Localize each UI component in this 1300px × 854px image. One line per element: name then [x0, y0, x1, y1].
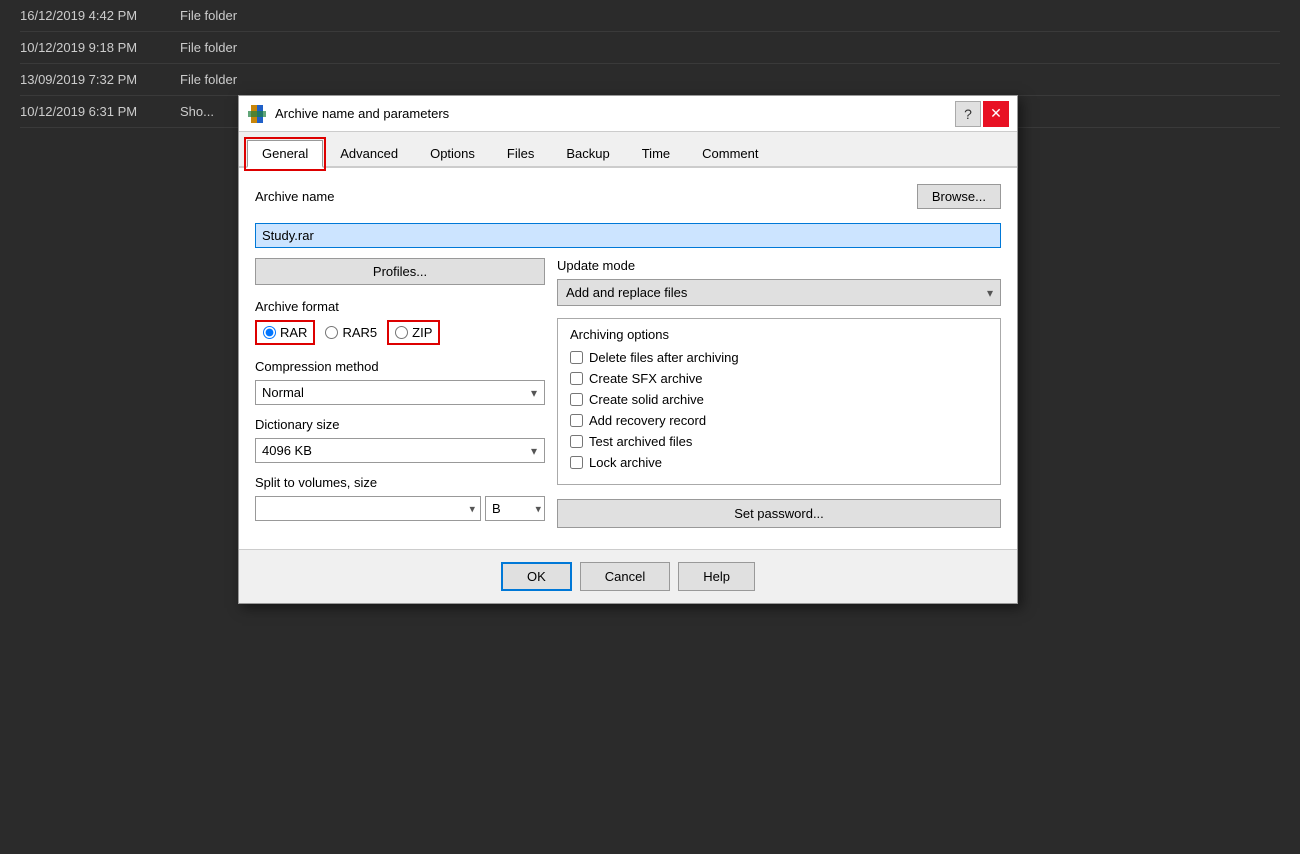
bg-row-3: 13/09/2019 7:32 PM File folder — [20, 64, 1280, 96]
bg-row-1: 16/12/2019 4:42 PM File folder — [20, 0, 1280, 32]
tab-comment[interactable]: Comment — [687, 140, 773, 168]
test-archived-checkbox[interactable] — [570, 435, 583, 448]
format-rar5-label: RAR5 — [342, 325, 377, 340]
compression-method-label: Compression method — [255, 359, 545, 374]
compression-method-select[interactable]: Store Fastest Fast Normal Good Best — [255, 380, 545, 405]
lock-archive-checkbox[interactable] — [570, 456, 583, 469]
bg-type-4: Sho... — [180, 104, 214, 119]
update-mode-wrapper: Add and replace files Add and update fil… — [557, 279, 1001, 306]
right-column: Update mode Add and replace files Add an… — [557, 258, 1001, 533]
create-solid-label: Create solid archive — [589, 392, 704, 407]
two-column-layout: Profiles... Archive format RAR RAR5 — [255, 258, 1001, 533]
format-zip-box: ZIP — [387, 320, 440, 345]
split-value-input[interactable] — [255, 496, 481, 521]
delete-files-label: Delete files after archiving — [589, 350, 739, 365]
split-unit-select[interactable]: B KB MB GB — [485, 496, 545, 521]
tab-general[interactable]: General — [247, 140, 323, 168]
bg-type-3: File folder — [180, 72, 237, 87]
dialog-body: Archive name Browse... Profiles... Archi… — [239, 168, 1017, 549]
bg-date-2: 10/12/2019 9:18 PM — [20, 40, 180, 55]
delete-files-option[interactable]: Delete files after archiving — [570, 350, 988, 365]
format-rar-option[interactable]: RAR — [263, 325, 307, 340]
tab-bar: General Advanced Options Files Backup Ti… — [239, 132, 1017, 168]
test-archived-option[interactable]: Test archived files — [570, 434, 988, 449]
split-value-wrapper — [255, 496, 481, 521]
format-rar-label: RAR — [280, 325, 307, 340]
tab-files[interactable]: Files — [492, 140, 549, 168]
browse-button[interactable]: Browse... — [917, 184, 1001, 209]
update-mode-label: Update mode — [557, 258, 1001, 273]
split-volumes-row: Split to volumes, size B KB MB GB — [255, 475, 545, 521]
title-bar-controls: ? ✕ — [955, 101, 1009, 127]
compression-method-row: Compression method Store Fastest Fast No… — [255, 359, 545, 405]
archive-format-label: Archive format — [255, 299, 545, 314]
tab-time[interactable]: Time — [627, 140, 685, 168]
format-rar5-radio[interactable] — [325, 326, 338, 339]
lock-archive-option[interactable]: Lock archive — [570, 455, 988, 470]
set-password-row: Set password... — [557, 499, 1001, 528]
app-icon — [247, 104, 267, 124]
create-solid-option[interactable]: Create solid archive — [570, 392, 988, 407]
profiles-button[interactable]: Profiles... — [255, 258, 545, 285]
add-recovery-checkbox[interactable] — [570, 414, 583, 427]
bg-date-4: 10/12/2019 6:31 PM — [20, 104, 180, 119]
create-solid-checkbox[interactable] — [570, 393, 583, 406]
dictionary-size-label: Dictionary size — [255, 417, 545, 432]
tab-options[interactable]: Options — [415, 140, 490, 168]
bg-row-2: 10/12/2019 9:18 PM File folder — [20, 32, 1280, 64]
split-unit-wrapper: B KB MB GB — [485, 496, 545, 521]
ok-button[interactable]: OK — [501, 562, 572, 591]
help-button[interactable]: ? — [955, 101, 981, 127]
archive-name-row: Archive name Browse... — [255, 184, 1001, 209]
bg-type-2: File folder — [180, 40, 237, 55]
dialog-footer: OK Cancel Help — [239, 549, 1017, 603]
format-zip-radio[interactable] — [395, 326, 408, 339]
cancel-button[interactable]: Cancel — [580, 562, 670, 591]
compression-method-wrapper: Store Fastest Fast Normal Good Best — [255, 380, 545, 405]
bg-date-1: 16/12/2019 4:42 PM — [20, 8, 180, 23]
format-zip-option[interactable]: ZIP — [395, 325, 432, 340]
bg-type-1: File folder — [180, 8, 237, 23]
archiving-options-box: Archiving options Delete files after arc… — [557, 318, 1001, 485]
update-mode-section: Update mode Add and replace files Add an… — [557, 258, 1001, 306]
split-label: Split to volumes, size — [255, 475, 545, 490]
archiving-options-label: Archiving options — [570, 327, 988, 342]
split-controls: B KB MB GB — [255, 496, 545, 521]
archive-format-group: RAR RAR5 ZIP — [255, 320, 545, 345]
dictionary-size-row: Dictionary size 128 KB 256 KB 512 KB 102… — [255, 417, 545, 463]
dictionary-size-select[interactable]: 128 KB 256 KB 512 KB 1024 KB 2048 KB 409… — [255, 438, 545, 463]
add-recovery-option[interactable]: Add recovery record — [570, 413, 988, 428]
tab-backup[interactable]: Backup — [551, 140, 624, 168]
dictionary-size-wrapper: 128 KB 256 KB 512 KB 1024 KB 2048 KB 409… — [255, 438, 545, 463]
format-zip-label: ZIP — [412, 325, 432, 340]
delete-files-checkbox[interactable] — [570, 351, 583, 364]
lock-archive-label: Lock archive — [589, 455, 662, 470]
format-rar-radio[interactable] — [263, 326, 276, 339]
create-sfx-option[interactable]: Create SFX archive — [570, 371, 988, 386]
help-footer-button[interactable]: Help — [678, 562, 755, 591]
title-bar: Archive name and parameters ? ✕ — [239, 96, 1017, 132]
archive-parameters-dialog: Archive name and parameters ? ✕ General … — [238, 95, 1018, 604]
archive-name-label: Archive name — [255, 189, 334, 204]
left-column: Profiles... Archive format RAR RAR5 — [255, 258, 545, 533]
dialog-title: Archive name and parameters — [275, 106, 955, 121]
update-mode-select[interactable]: Add and replace files Add and update fil… — [557, 279, 1001, 306]
test-archived-label: Test archived files — [589, 434, 692, 449]
set-password-button[interactable]: Set password... — [557, 499, 1001, 528]
close-button[interactable]: ✕ — [983, 101, 1009, 127]
add-recovery-label: Add recovery record — [589, 413, 706, 428]
format-rar-box: RAR — [255, 320, 315, 345]
create-sfx-label: Create SFX archive — [589, 371, 702, 386]
create-sfx-checkbox[interactable] — [570, 372, 583, 385]
tab-advanced[interactable]: Advanced — [325, 140, 413, 168]
format-rar5-option[interactable]: RAR5 — [325, 320, 377, 345]
archive-name-input[interactable] — [255, 223, 1001, 248]
bg-date-3: 13/09/2019 7:32 PM — [20, 72, 180, 87]
